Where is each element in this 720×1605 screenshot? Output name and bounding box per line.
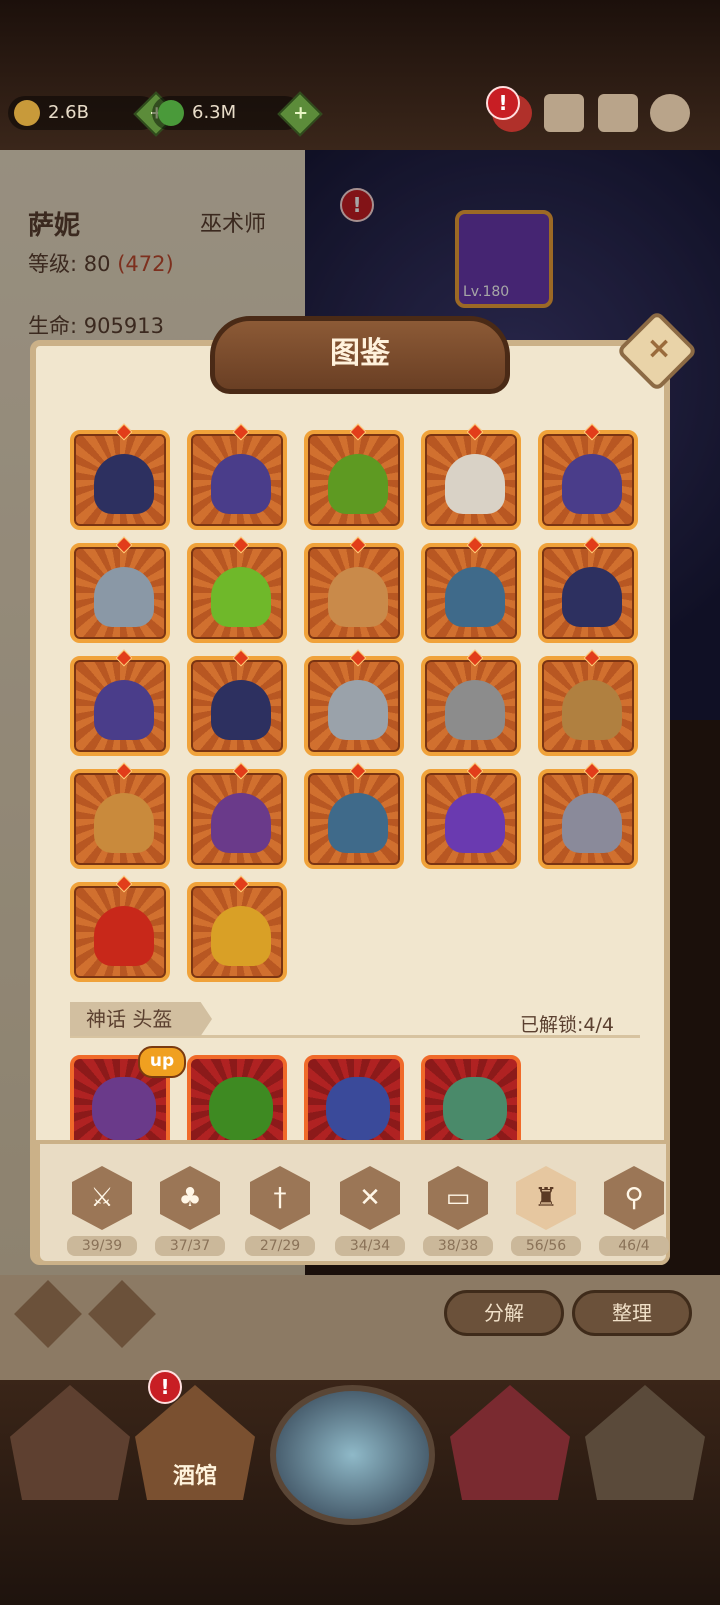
helmet-icon: ♜ — [534, 1183, 558, 1213]
knight-helmet-icon — [328, 680, 388, 740]
helmet-cell[interactable] — [304, 423, 404, 530]
helmet-cell[interactable] — [304, 649, 404, 756]
dagger-icon: † — [273, 1183, 287, 1213]
witch-hat-icon — [445, 793, 505, 853]
arena-tent-icon — [450, 1385, 570, 1500]
tab-count: 39/39 — [67, 1236, 137, 1256]
tab-count: 56/56 — [511, 1236, 581, 1256]
category-tab[interactable]: ⚔ — [72, 1166, 132, 1230]
nav-town[interactable] — [10, 1385, 130, 1500]
sort-button[interactable]: 整理 — [572, 1290, 692, 1336]
circlet-icon — [328, 567, 388, 627]
nav-arena[interactable] — [450, 1385, 570, 1500]
sword-icon: ⚔ — [90, 1183, 114, 1213]
gem-leaf-icon — [158, 100, 184, 126]
helmet-cell[interactable] — [70, 875, 170, 982]
helmet-cell[interactable] — [187, 536, 287, 643]
wizard-hat-icon — [211, 454, 271, 514]
settings-gear-icon[interactable] — [650, 94, 690, 132]
helmet-cell[interactable] — [421, 762, 521, 869]
up-badge: up — [138, 1046, 186, 1078]
hood-icon — [94, 454, 154, 514]
skull-hood-icon — [92, 1077, 156, 1141]
nav-tavern-label: 酒馆 — [172, 1464, 217, 1489]
gold-coin-icon — [14, 100, 40, 126]
green-hood-icon — [211, 567, 271, 627]
crowned-helm-icon — [326, 1077, 390, 1141]
helmet-cell[interactable] — [70, 762, 170, 869]
helmet-cell[interactable] — [187, 649, 287, 756]
great-helm-icon — [445, 680, 505, 740]
gold-amount: 2.6B — [48, 102, 89, 123]
event-alert-badge: ! — [486, 86, 520, 120]
tab-count: 46/4 — [599, 1236, 669, 1256]
category-tab[interactable]: ⚲ — [604, 1166, 664, 1230]
shield-icon: ✕ — [359, 1183, 381, 1213]
steel-helmet-icon — [94, 567, 154, 627]
club-icon: ♣ — [178, 1183, 202, 1213]
category-tab[interactable]: ▭ — [428, 1166, 488, 1230]
tavern-alert-badge: ! — [148, 1370, 182, 1404]
fur-helmet-icon — [445, 567, 505, 627]
gem-resource: 6.3M + — [152, 91, 323, 137]
staff-icon: ⚲ — [624, 1183, 644, 1213]
helmet-cell[interactable] — [70, 536, 170, 643]
tab-count: 38/38 — [423, 1236, 493, 1256]
helmet-cell[interactable] — [421, 536, 521, 643]
visor-helmet-icon — [562, 793, 622, 853]
hood-icon — [211, 680, 271, 740]
wizard-hat-icon — [94, 680, 154, 740]
wizard-hat-icon — [562, 454, 622, 514]
close-icon: × — [646, 330, 672, 366]
fur-helmet-icon — [328, 793, 388, 853]
hood-icon — [562, 567, 622, 627]
house-icon — [10, 1385, 130, 1500]
nav-adventure[interactable] — [270, 1385, 435, 1525]
unlocked-counter: 已解锁:4/4 — [520, 1014, 614, 1036]
tab-count: 37/37 — [155, 1236, 225, 1256]
gem-amount: 6.3M — [192, 102, 237, 123]
helmet-cell[interactable] — [538, 762, 638, 869]
category-tab[interactable]: † — [250, 1166, 310, 1230]
chat-icon[interactable] — [544, 94, 584, 132]
helmet-cell[interactable] — [538, 536, 638, 643]
helmet-cell[interactable] — [304, 762, 404, 869]
category-tab[interactable]: ✕ — [340, 1166, 400, 1230]
green-hood-icon — [328, 454, 388, 514]
mail-icon[interactable] — [598, 94, 638, 132]
helmet-cell[interactable] — [187, 875, 287, 982]
book-icon: ▭ — [445, 1183, 471, 1213]
green-witch-hat-icon — [209, 1077, 273, 1141]
decompose-button[interactable]: 分解 — [444, 1290, 564, 1336]
helmet-cell[interactable] — [304, 536, 404, 643]
horned-crown-icon — [211, 906, 271, 966]
helmet-cell[interactable] — [187, 423, 287, 530]
helmet-cell[interactable] — [70, 423, 170, 530]
mask-icon — [445, 454, 505, 514]
helmet-cell[interactable] — [70, 649, 170, 756]
helmet-cell[interactable] — [538, 423, 638, 530]
helmet-cell[interactable] — [187, 762, 287, 869]
feather-hat-icon — [94, 793, 154, 853]
gold-resource: 2.6B + — [8, 91, 179, 137]
tab-count: 27/29 — [245, 1236, 315, 1256]
helmet-cell[interactable] — [421, 423, 521, 530]
bronze-helmet-icon — [562, 680, 622, 740]
cauldron-helmet-icon — [443, 1077, 507, 1141]
purple-hood-icon — [211, 793, 271, 853]
nav-forge[interactable] — [585, 1385, 705, 1500]
category-tab[interactable]: ♜ — [516, 1166, 576, 1230]
modal-title: 图鉴 — [210, 316, 510, 394]
helmet-cell[interactable] — [421, 649, 521, 756]
helmet-cell[interactable] — [538, 649, 638, 756]
mythic-section-title: 神话 头盔 — [70, 1002, 212, 1036]
demon-helmet-icon — [94, 906, 154, 966]
category-tab[interactable]: ♣ — [160, 1166, 220, 1230]
forge-anvil-icon — [585, 1385, 705, 1500]
tab-count: 34/34 — [335, 1236, 405, 1256]
